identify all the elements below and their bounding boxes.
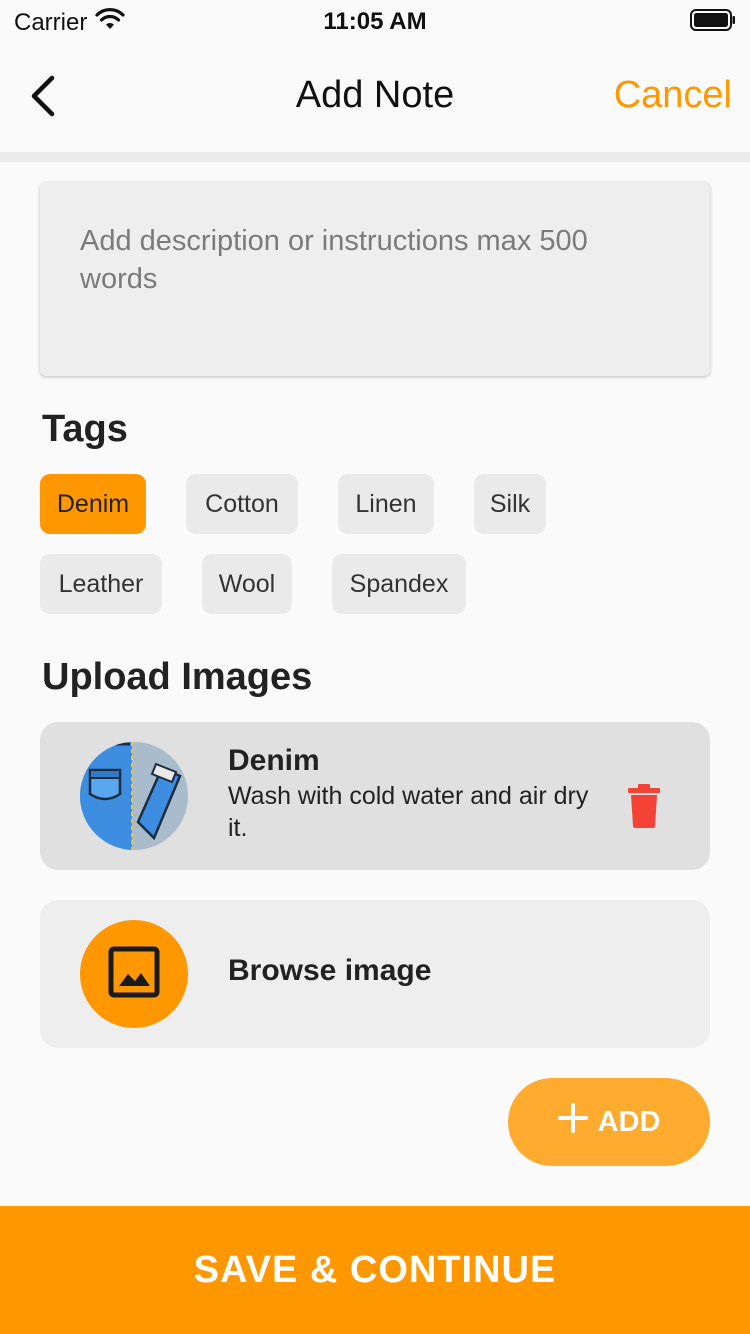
uploaded-image-description: Wash with cold water and air dry it. — [228, 782, 589, 842]
navigation-bar: Add Note Cancel — [0, 40, 750, 152]
tag-silk[interactable]: Silk — [474, 474, 546, 534]
browse-image-label: Browse image — [228, 954, 432, 987]
status-time: 11:05 AM — [323, 8, 427, 35]
description-input[interactable]: Add description or instructions max 500 … — [40, 182, 710, 376]
status-bar: Carrier 11:05 AM — [0, 0, 750, 40]
trash-icon[interactable] — [626, 784, 662, 828]
add-button-label: ADD — [597, 1105, 661, 1138]
tag-spandex[interactable]: Spandex — [332, 554, 466, 614]
cancel-button[interactable]: Cancel — [614, 74, 732, 117]
uploaded-image-name: Denim — [228, 744, 320, 777]
browse-image-button[interactable] — [80, 920, 188, 1028]
tag-wool[interactable]: Wool — [202, 554, 292, 614]
uploaded-image-info: Denim Wash with cold water and air dry i… — [228, 742, 608, 844]
tag-denim[interactable]: Denim — [40, 474, 146, 534]
save-continue-button[interactable]: SAVE & CONTINUE — [0, 1206, 750, 1334]
tag-leather[interactable]: Leather — [40, 554, 162, 614]
denim-thumbnail — [80, 742, 188, 850]
upload-images-title: Upload Images — [42, 656, 313, 698]
tag-cotton[interactable]: Cotton — [186, 474, 298, 534]
battery-icon — [690, 9, 736, 38]
image-icon — [108, 946, 160, 1003]
browse-image-card[interactable]: Browse image — [40, 900, 710, 1048]
add-button[interactable]: ADD — [508, 1078, 710, 1166]
uploaded-image-card: Denim Wash with cold water and air dry i… — [40, 722, 710, 870]
tags-title: Tags — [42, 408, 128, 450]
plus-icon — [557, 1103, 588, 1141]
tag-linen[interactable]: Linen — [338, 474, 434, 534]
nav-divider — [0, 152, 750, 162]
